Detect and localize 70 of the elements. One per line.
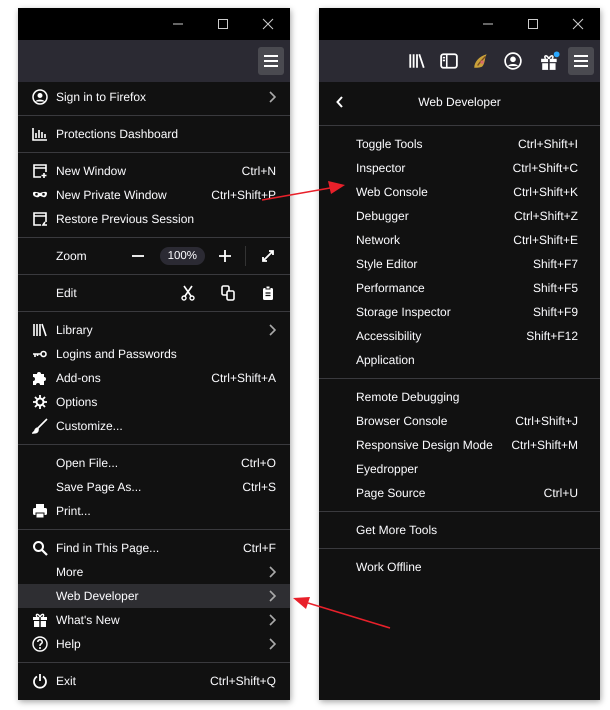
menu-icon	[574, 55, 588, 67]
power-icon	[32, 673, 48, 689]
menu-icon	[264, 55, 278, 67]
menu-item[interactable]: Print...	[18, 499, 290, 523]
gear-icon	[32, 394, 48, 410]
menu-item[interactable]: Eyedropper	[319, 457, 600, 481]
menu-item[interactable]: Page Source Ctrl+U	[319, 481, 600, 505]
menu-button[interactable]	[258, 47, 284, 75]
edit-label: Edit	[56, 286, 78, 300]
maximize-icon[interactable]	[527, 18, 539, 30]
fullscreen-icon[interactable]	[260, 248, 276, 264]
menu-item[interactable]: Inspector Ctrl+Shift+C	[319, 156, 600, 180]
gift-icon[interactable]	[540, 51, 560, 71]
menu-item[interactable]: Protections Dashboard	[18, 122, 290, 146]
menu-item[interactable]: Find in This Page... Ctrl+F	[18, 536, 290, 560]
menu-item[interactable]: Storage Inspector Shift+F9	[319, 300, 600, 324]
new-window-icon	[32, 163, 48, 179]
menu-item[interactable]: Help	[18, 632, 290, 656]
close-icon[interactable]	[262, 18, 274, 30]
scissors-icon[interactable]	[180, 285, 196, 301]
panel-title: Web Developer	[417, 95, 502, 109]
maximize-icon[interactable]	[217, 18, 229, 30]
zoom-label: Zoom	[56, 249, 88, 263]
menu-item[interactable]: Customize...	[18, 414, 290, 438]
menu-item[interactable]: Get More Tools	[319, 518, 600, 542]
zoom-in-icon[interactable]	[217, 248, 233, 264]
puzzle-icon	[32, 370, 48, 386]
sidebar-icon[interactable]	[440, 52, 458, 70]
menu-item[interactable]: Open File... Ctrl+O	[18, 451, 290, 475]
menu-item[interactable]: Sign in to Firefox	[18, 85, 290, 109]
account-icon	[32, 89, 48, 105]
menu-item[interactable]: Style Editor Shift+F7	[319, 252, 600, 276]
menu-item[interactable]: Save Page As... Ctrl+S	[18, 475, 290, 499]
menu-item[interactable]: Network Ctrl+Shift+E	[319, 228, 600, 252]
menu-item[interactable]: Application	[319, 348, 600, 372]
menu-item[interactable]: Accessibility Shift+F12	[319, 324, 600, 348]
search-icon	[32, 540, 48, 556]
gift-icon	[32, 612, 48, 628]
menu-item[interactable]: New Window Ctrl+N	[18, 159, 290, 183]
brush-icon	[32, 418, 48, 434]
menu-item[interactable]: Restore Previous Session	[18, 207, 290, 231]
close-icon[interactable]	[572, 18, 584, 30]
menu-item[interactable]: Exit Ctrl+Shift+Q	[18, 669, 290, 693]
zoom-reset-button[interactable]: 100%	[160, 247, 205, 265]
library-icon	[32, 322, 48, 338]
menu-button[interactable]	[568, 47, 594, 75]
menu-item[interactable]: What's New	[18, 608, 290, 632]
menu-item[interactable]: Toggle Tools Ctrl+Shift+I	[319, 132, 600, 156]
library-icon[interactable]	[408, 52, 426, 70]
menu-item[interactable]: More	[18, 560, 290, 584]
menu-item[interactable]: Web Developer	[18, 584, 290, 608]
menu-item[interactable]: Add-ons Ctrl+Shift+A	[18, 366, 290, 390]
menu-item[interactable]: Remote Debugging	[319, 385, 600, 409]
account-icon[interactable]	[504, 52, 522, 70]
help-icon	[32, 636, 48, 652]
printer-icon	[32, 503, 48, 519]
menu-item[interactable]: Browser Console Ctrl+Shift+J	[319, 409, 600, 433]
menu-item[interactable]: Library	[18, 318, 290, 342]
clipboard-icon[interactable]	[260, 285, 276, 301]
menu-item[interactable]: Performance Shift+F5	[319, 276, 600, 300]
menu-item[interactable]: Debugger Ctrl+Shift+Z	[319, 204, 600, 228]
bar-chart-icon	[32, 126, 48, 142]
menu-item[interactable]: Logins and Passwords	[18, 342, 290, 366]
restore-icon	[32, 211, 48, 227]
menu-item[interactable]: Responsive Design Mode Ctrl+Shift+M	[319, 433, 600, 457]
menu-item[interactable]: Options	[18, 390, 290, 414]
menu-item[interactable]: Web Console Ctrl+Shift+K	[319, 180, 600, 204]
menu-item[interactable]: New Private Window Ctrl+Shift+P	[18, 183, 290, 207]
menu-item[interactable]: Work Offline	[319, 555, 600, 579]
copy-icon[interactable]	[220, 285, 236, 301]
